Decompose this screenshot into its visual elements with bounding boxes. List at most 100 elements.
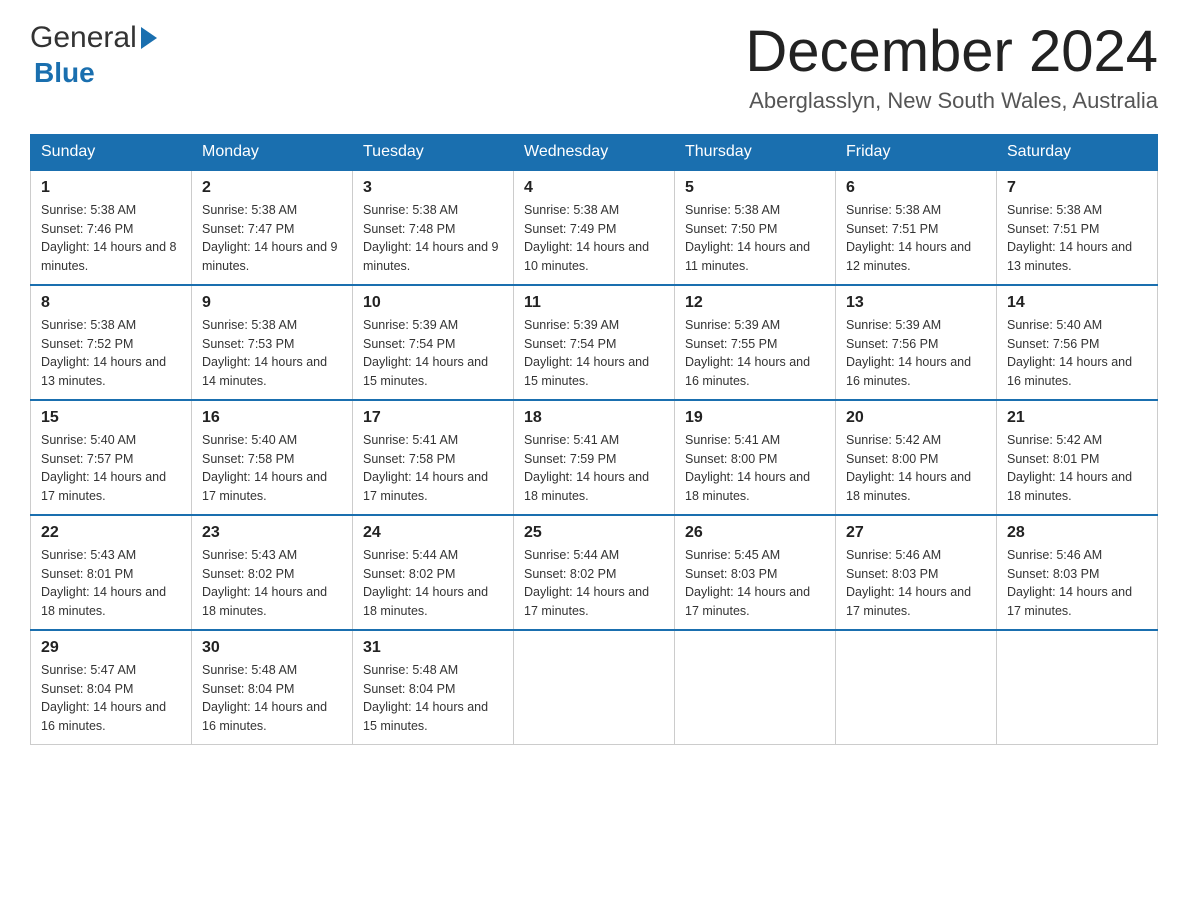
day-info: Sunrise: 5:45 AMSunset: 8:03 PMDaylight:… [685,546,825,621]
column-header-wednesday: Wednesday [514,134,675,170]
calendar-cell: 8 Sunrise: 5:38 AMSunset: 7:52 PMDayligh… [31,285,192,400]
column-header-thursday: Thursday [675,134,836,170]
calendar-cell: 2 Sunrise: 5:38 AMSunset: 7:47 PMDayligh… [192,170,353,285]
day-number: 13 [846,294,986,312]
logo-general: General [30,20,137,56]
calendar-cell: 15 Sunrise: 5:40 AMSunset: 7:57 PMDaylig… [31,400,192,515]
day-number: 27 [846,524,986,542]
calendar-cell: 11 Sunrise: 5:39 AMSunset: 7:54 PMDaylig… [514,285,675,400]
day-info: Sunrise: 5:38 AMSunset: 7:51 PMDaylight:… [846,201,986,276]
column-header-monday: Monday [192,134,353,170]
day-info: Sunrise: 5:40 AMSunset: 7:57 PMDaylight:… [41,431,181,506]
day-number: 18 [524,409,664,427]
calendar-cell: 6 Sunrise: 5:38 AMSunset: 7:51 PMDayligh… [836,170,997,285]
calendar-week-row: 1 Sunrise: 5:38 AMSunset: 7:46 PMDayligh… [31,170,1158,285]
logo: General Blue [30,20,157,90]
calendar-cell [514,630,675,745]
day-info: Sunrise: 5:46 AMSunset: 8:03 PMDaylight:… [846,546,986,621]
calendar-cell: 19 Sunrise: 5:41 AMSunset: 8:00 PMDaylig… [675,400,836,515]
day-info: Sunrise: 5:42 AMSunset: 8:00 PMDaylight:… [846,431,986,506]
calendar-cell: 14 Sunrise: 5:40 AMSunset: 7:56 PMDaylig… [997,285,1158,400]
calendar-cell [836,630,997,745]
day-number: 16 [202,409,342,427]
calendar-cell: 9 Sunrise: 5:38 AMSunset: 7:53 PMDayligh… [192,285,353,400]
calendar-cell: 24 Sunrise: 5:44 AMSunset: 8:02 PMDaylig… [353,515,514,630]
calendar-cell: 17 Sunrise: 5:41 AMSunset: 7:58 PMDaylig… [353,400,514,515]
day-number: 7 [1007,179,1147,197]
calendar-cell: 27 Sunrise: 5:46 AMSunset: 8:03 PMDaylig… [836,515,997,630]
day-info: Sunrise: 5:40 AMSunset: 7:58 PMDaylight:… [202,431,342,506]
day-info: Sunrise: 5:48 AMSunset: 8:04 PMDaylight:… [363,661,503,736]
calendar-week-row: 29 Sunrise: 5:47 AMSunset: 8:04 PMDaylig… [31,630,1158,745]
calendar-cell: 5 Sunrise: 5:38 AMSunset: 7:50 PMDayligh… [675,170,836,285]
title-block: December 2024 Aberglasslyn, New South Wa… [745,20,1158,114]
day-number: 12 [685,294,825,312]
location-title: Aberglasslyn, New South Wales, Australia [745,88,1158,114]
calendar-cell: 28 Sunrise: 5:46 AMSunset: 8:03 PMDaylig… [997,515,1158,630]
day-info: Sunrise: 5:39 AMSunset: 7:55 PMDaylight:… [685,316,825,391]
calendar-cell: 1 Sunrise: 5:38 AMSunset: 7:46 PMDayligh… [31,170,192,285]
day-number: 15 [41,409,181,427]
logo-triangle-icon [141,27,157,49]
calendar-cell: 4 Sunrise: 5:38 AMSunset: 7:49 PMDayligh… [514,170,675,285]
day-number: 26 [685,524,825,542]
day-number: 4 [524,179,664,197]
day-number: 25 [524,524,664,542]
day-number: 3 [363,179,503,197]
calendar-cell: 29 Sunrise: 5:47 AMSunset: 8:04 PMDaylig… [31,630,192,745]
day-info: Sunrise: 5:44 AMSunset: 8:02 PMDaylight:… [363,546,503,621]
day-info: Sunrise: 5:41 AMSunset: 8:00 PMDaylight:… [685,431,825,506]
day-number: 24 [363,524,503,542]
day-number: 17 [363,409,503,427]
calendar-cell: 26 Sunrise: 5:45 AMSunset: 8:03 PMDaylig… [675,515,836,630]
day-info: Sunrise: 5:38 AMSunset: 7:49 PMDaylight:… [524,201,664,276]
day-number: 1 [41,179,181,197]
calendar-cell: 20 Sunrise: 5:42 AMSunset: 8:00 PMDaylig… [836,400,997,515]
calendar-cell: 7 Sunrise: 5:38 AMSunset: 7:51 PMDayligh… [997,170,1158,285]
column-header-saturday: Saturday [997,134,1158,170]
day-number: 31 [363,639,503,657]
day-info: Sunrise: 5:38 AMSunset: 7:48 PMDaylight:… [363,201,503,276]
day-number: 30 [202,639,342,657]
day-info: Sunrise: 5:39 AMSunset: 7:56 PMDaylight:… [846,316,986,391]
month-title: December 2024 [745,20,1158,84]
calendar-cell: 31 Sunrise: 5:48 AMSunset: 8:04 PMDaylig… [353,630,514,745]
day-info: Sunrise: 5:41 AMSunset: 7:59 PMDaylight:… [524,431,664,506]
day-info: Sunrise: 5:48 AMSunset: 8:04 PMDaylight:… [202,661,342,736]
day-number: 21 [1007,409,1147,427]
calendar-cell: 21 Sunrise: 5:42 AMSunset: 8:01 PMDaylig… [997,400,1158,515]
column-header-tuesday: Tuesday [353,134,514,170]
calendar-cell: 3 Sunrise: 5:38 AMSunset: 7:48 PMDayligh… [353,170,514,285]
day-number: 11 [524,294,664,312]
day-number: 23 [202,524,342,542]
calendar-cell [675,630,836,745]
calendar-week-row: 8 Sunrise: 5:38 AMSunset: 7:52 PMDayligh… [31,285,1158,400]
day-info: Sunrise: 5:39 AMSunset: 7:54 PMDaylight:… [363,316,503,391]
day-number: 19 [685,409,825,427]
column-header-friday: Friday [836,134,997,170]
calendar-cell: 12 Sunrise: 5:39 AMSunset: 7:55 PMDaylig… [675,285,836,400]
column-header-sunday: Sunday [31,134,192,170]
day-info: Sunrise: 5:43 AMSunset: 8:01 PMDaylight:… [41,546,181,621]
calendar-cell [997,630,1158,745]
calendar-header-row: SundayMondayTuesdayWednesdayThursdayFrid… [31,134,1158,170]
day-number: 6 [846,179,986,197]
calendar-cell: 22 Sunrise: 5:43 AMSunset: 8:01 PMDaylig… [31,515,192,630]
day-number: 5 [685,179,825,197]
calendar-table: SundayMondayTuesdayWednesdayThursdayFrid… [30,134,1158,745]
calendar-cell: 16 Sunrise: 5:40 AMSunset: 7:58 PMDaylig… [192,400,353,515]
calendar-cell: 18 Sunrise: 5:41 AMSunset: 7:59 PMDaylig… [514,400,675,515]
calendar-cell: 23 Sunrise: 5:43 AMSunset: 8:02 PMDaylig… [192,515,353,630]
day-info: Sunrise: 5:39 AMSunset: 7:54 PMDaylight:… [524,316,664,391]
day-info: Sunrise: 5:41 AMSunset: 7:58 PMDaylight:… [363,431,503,506]
calendar-cell: 10 Sunrise: 5:39 AMSunset: 7:54 PMDaylig… [353,285,514,400]
page-header: General Blue December 2024 Aberglasslyn,… [30,20,1158,114]
day-info: Sunrise: 5:47 AMSunset: 8:04 PMDaylight:… [41,661,181,736]
day-number: 28 [1007,524,1147,542]
day-number: 10 [363,294,503,312]
day-number: 8 [41,294,181,312]
day-info: Sunrise: 5:46 AMSunset: 8:03 PMDaylight:… [1007,546,1147,621]
day-info: Sunrise: 5:38 AMSunset: 7:51 PMDaylight:… [1007,201,1147,276]
day-info: Sunrise: 5:38 AMSunset: 7:46 PMDaylight:… [41,201,181,276]
calendar-cell: 13 Sunrise: 5:39 AMSunset: 7:56 PMDaylig… [836,285,997,400]
